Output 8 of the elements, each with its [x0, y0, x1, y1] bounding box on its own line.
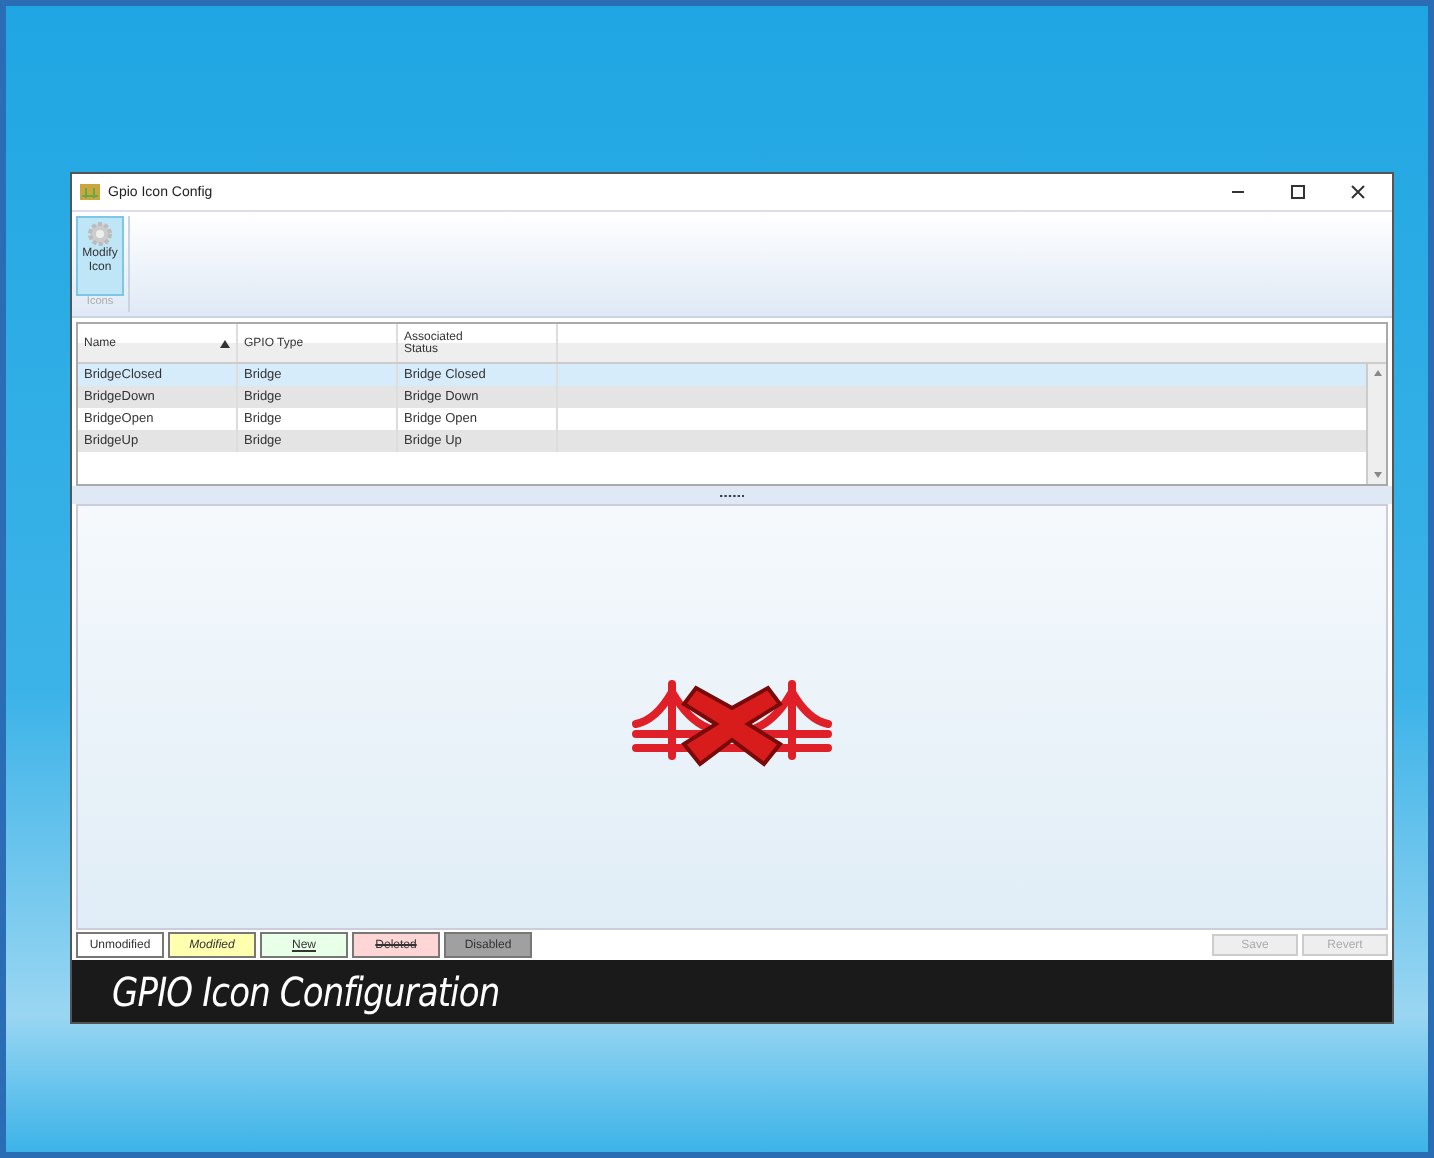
- close-icon[interactable]: [1350, 184, 1366, 200]
- scroll-down-icon[interactable]: [1373, 472, 1381, 478]
- gear-icon: [86, 220, 114, 248]
- bridge-app-icon: [80, 184, 100, 200]
- scroll-up-icon[interactable]: [1373, 370, 1381, 376]
- scrollbar[interactable]: [1366, 364, 1386, 484]
- maximize-icon[interactable]: [1290, 184, 1306, 200]
- caption-text: GPIO Icon Configuration: [112, 967, 500, 1015]
